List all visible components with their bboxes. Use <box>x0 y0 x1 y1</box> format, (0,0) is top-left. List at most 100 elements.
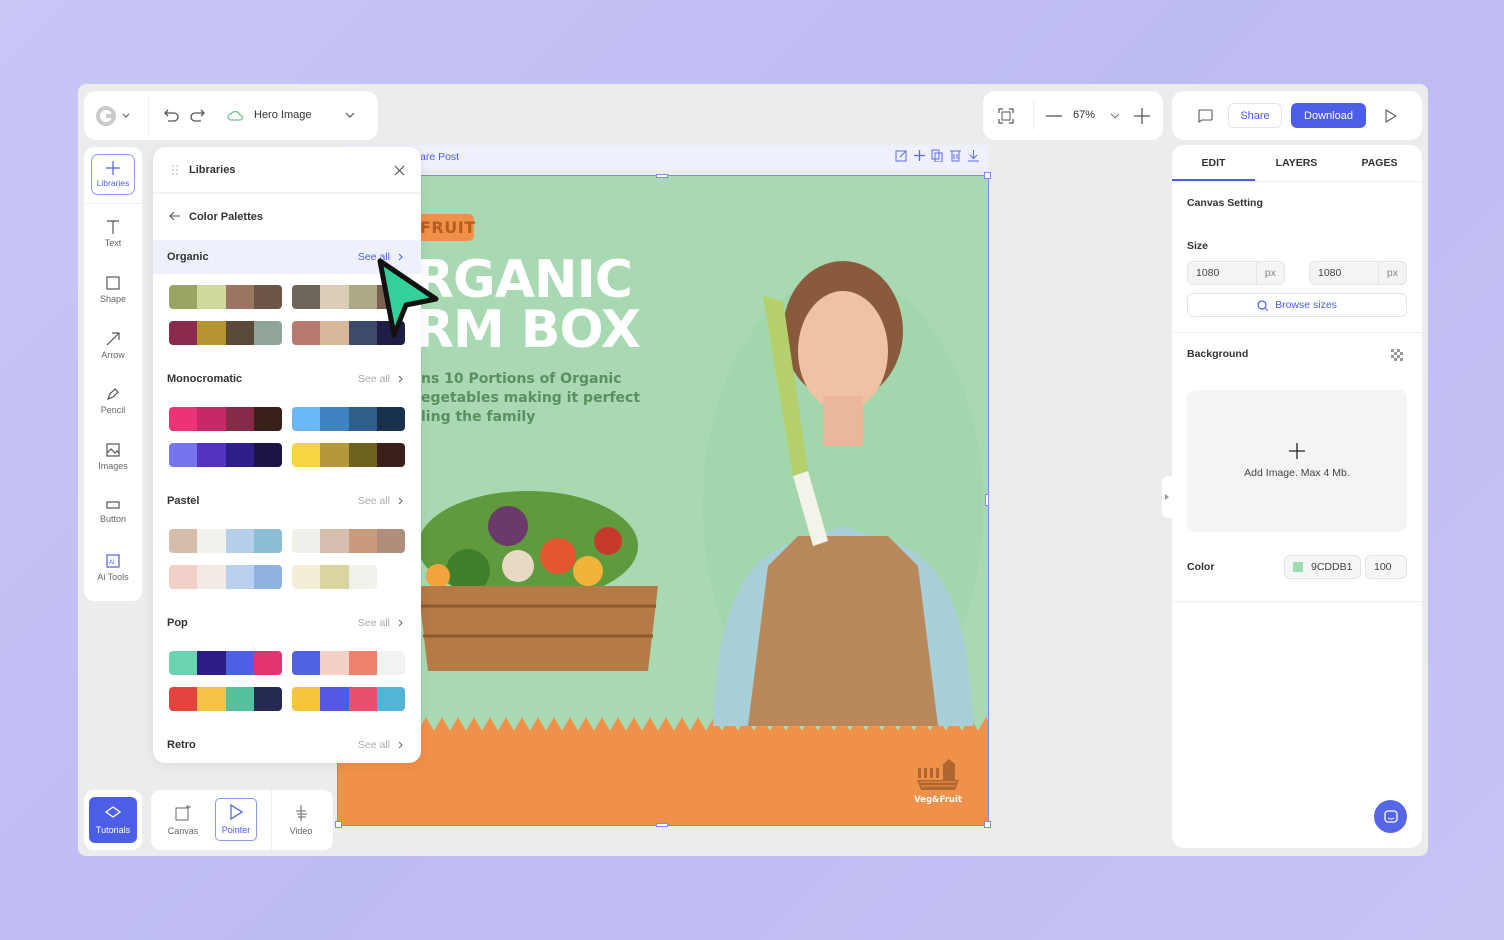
woman-holding-leek-image[interactable] <box>693 256 988 726</box>
logo-menu[interactable] <box>94 103 134 129</box>
color-swatch[interactable] <box>169 407 198 431</box>
resize-handle[interactable] <box>984 821 991 828</box>
color-swatch[interactable] <box>225 687 254 711</box>
color-swatch[interactable] <box>320 443 349 467</box>
color-swatch[interactable] <box>225 565 254 589</box>
chat-support-button[interactable] <box>1374 800 1407 833</box>
color-swatch[interactable] <box>348 443 377 467</box>
color-swatch[interactable] <box>292 285 321 309</box>
color-palette[interactable] <box>292 651 405 675</box>
fit-screen-button[interactable] <box>995 105 1017 127</box>
color-swatch[interactable] <box>348 651 377 675</box>
canvas-title[interactable]: are Post <box>420 151 459 163</box>
headline-line-2[interactable]: RM BOX <box>414 300 641 360</box>
color-swatch[interactable] <box>376 529 405 553</box>
color-palette[interactable] <box>169 565 282 589</box>
color-palette[interactable] <box>169 687 282 711</box>
undo-button[interactable] <box>162 105 182 125</box>
share-button[interactable]: Share <box>1228 103 1282 128</box>
color-swatch[interactable] <box>197 443 226 467</box>
color-swatch[interactable] <box>320 321 349 345</box>
color-swatch[interactable] <box>348 529 377 553</box>
rail-images[interactable]: Images <box>84 432 142 482</box>
color-swatch[interactable] <box>225 651 254 675</box>
color-swatch[interactable] <box>292 443 321 467</box>
color-swatch[interactable] <box>169 687 198 711</box>
color-swatch[interactable] <box>225 285 254 309</box>
rail-shape[interactable]: Shape <box>84 265 142 315</box>
color-swatch[interactable] <box>169 443 198 467</box>
download-icon[interactable] <box>967 149 980 162</box>
tab-edit[interactable]: EDIT <box>1172 145 1255 181</box>
color-swatch[interactable] <box>169 651 198 675</box>
add-image-dropzone[interactable]: Add Image. Max 4 Mb. <box>1187 390 1407 532</box>
browse-sizes-button[interactable]: Browse sizes <box>1187 293 1407 317</box>
color-swatch[interactable] <box>253 443 282 467</box>
rail-ai-tools[interactable]: AI Ai Tools <box>84 543 142 593</box>
color-palette[interactable] <box>292 687 405 711</box>
color-swatch[interactable] <box>376 651 405 675</box>
color-swatch[interactable] <box>292 687 321 711</box>
rail-libraries[interactable]: Libraries <box>91 154 135 195</box>
download-button[interactable]: Download <box>1291 103 1366 128</box>
color-swatch[interactable] <box>292 651 321 675</box>
see-all-link[interactable]: See all <box>358 617 403 629</box>
color-swatch[interactable] <box>292 321 321 345</box>
tool-pointer[interactable]: Pointer <box>215 798 257 841</box>
color-swatch[interactable] <box>197 407 226 431</box>
color-palette[interactable] <box>169 321 282 345</box>
close-icon[interactable] <box>394 165 405 176</box>
duplicate-icon[interactable] <box>931 149 944 162</box>
body-copy[interactable]: ns 10 Portions of Organic egetables maki… <box>421 370 640 427</box>
color-swatch[interactable] <box>320 687 349 711</box>
color-palette[interactable] <box>169 651 282 675</box>
redo-button[interactable] <box>187 105 207 125</box>
color-swatch[interactable] <box>253 565 282 589</box>
resize-handle[interactable] <box>335 821 342 828</box>
rail-button[interactable]: Button <box>84 487 142 537</box>
color-swatch[interactable] <box>197 651 226 675</box>
color-swatch[interactable] <box>348 565 377 589</box>
transparency-icon[interactable] <box>1391 349 1403 361</box>
color-swatch[interactable] <box>320 651 349 675</box>
color-swatch[interactable] <box>225 443 254 467</box>
color-swatch[interactable] <box>253 321 282 345</box>
color-swatch[interactable] <box>292 407 321 431</box>
vegetable-crate-image[interactable] <box>408 476 678 676</box>
color-swatch[interactable] <box>197 565 226 589</box>
color-palette[interactable] <box>292 407 405 431</box>
color-hex-input[interactable]: 9CDDB1 <box>1284 555 1361 579</box>
color-swatch[interactable] <box>197 285 226 309</box>
color-swatch[interactable] <box>253 407 282 431</box>
tutorials-button[interactable]: Tutorials <box>89 797 137 843</box>
width-input[interactable]: 1080 px <box>1187 261 1285 285</box>
document-name[interactable]: Hero Image <box>254 109 311 121</box>
resize-handle[interactable] <box>985 494 989 506</box>
back-arrow-icon[interactable] <box>169 211 181 221</box>
color-palette[interactable] <box>169 285 282 309</box>
color-swatch[interactable] <box>225 529 254 553</box>
color-swatch[interactable] <box>320 565 349 589</box>
resize-handle[interactable] <box>656 174 668 178</box>
zoom-out-button[interactable] <box>1043 105 1065 127</box>
color-swatch[interactable] <box>169 529 198 553</box>
color-swatch[interactable] <box>320 285 349 309</box>
opacity-input[interactable]: 100 <box>1365 555 1407 579</box>
color-swatch[interactable] <box>292 529 321 553</box>
drag-handle-icon[interactable] <box>171 164 179 176</box>
resize-handle[interactable] <box>656 823 668 827</box>
tab-layers[interactable]: LAYERS <box>1255 145 1338 181</box>
color-swatch[interactable] <box>197 529 226 553</box>
panel-collapse-handle[interactable] <box>1162 476 1172 518</box>
trash-icon[interactable] <box>949 149 962 162</box>
color-swatch[interactable] <box>348 687 377 711</box>
color-palette[interactable] <box>169 407 282 431</box>
color-swatch[interactable] <box>197 687 226 711</box>
add-page-icon[interactable] <box>913 149 926 162</box>
color-swatch[interactable] <box>225 321 254 345</box>
color-palette[interactable] <box>169 443 282 467</box>
color-palette[interactable] <box>292 565 377 589</box>
veg-fruit-badge[interactable]: FRUIT <box>416 214 475 241</box>
color-swatch[interactable] <box>169 285 198 309</box>
color-swatch[interactable] <box>292 565 321 589</box>
